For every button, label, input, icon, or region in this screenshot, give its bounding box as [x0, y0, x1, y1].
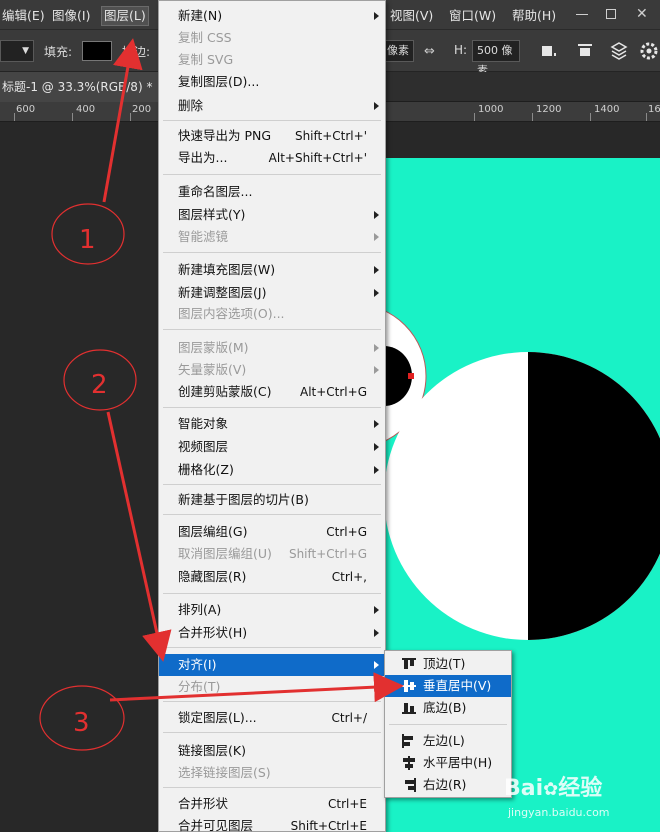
align-left-icon [402, 734, 413, 748]
submenu-arrow-icon [374, 606, 379, 614]
menu-image[interactable]: 图像(I) [50, 6, 92, 26]
menu-item-duplicate-layer[interactable]: 复制图层(D)... [159, 71, 385, 93]
align-bottom-item[interactable]: 底边(B) [385, 697, 511, 719]
link-icon[interactable]: ⇔ [424, 44, 435, 59]
menu-item-ungroup-layers: 取消图层编组(U) Shift+Ctrl+G [178, 546, 367, 561]
menu-window[interactable]: 窗口(W) [447, 6, 498, 26]
align-horizontal-center-item[interactable]: 水平居中(H) [385, 752, 511, 774]
menu-item-vector-mask: 矢量蒙版(V) [159, 359, 385, 381]
submenu-arrow-icon [374, 12, 379, 20]
menu-item-delete[interactable]: 删除 [159, 95, 385, 117]
menu-item-new-fill-layer[interactable]: 新建填充图层(W) [159, 259, 385, 281]
height-field[interactable]: 500 像素 [472, 40, 520, 77]
menu-item-new-adjustment-layer[interactable]: 新建调整图层(J) [159, 282, 385, 304]
ruler-tick: 1000 [478, 104, 504, 115]
menu-item-merge-visible[interactable]: 合并可见图层 Shift+Ctrl+E [159, 815, 385, 832]
menu-help[interactable]: 帮助(H) [510, 6, 558, 26]
fill-label: 填充: [44, 45, 73, 59]
height-label: H: [454, 43, 468, 57]
ruler-tick: 600 [16, 104, 36, 115]
menu-item-layer-content-options: 图层内容选项(O)... [178, 306, 285, 321]
align-bottom-icon [402, 703, 416, 714]
ruler-tick: 1400 [594, 104, 620, 115]
menu-item-select-linked-layers: 选择链接图层(S) [178, 765, 271, 780]
menu-item-copy-css: 复制 CSS [178, 30, 232, 45]
submenu-arrow-icon [374, 211, 379, 219]
menu-item-layer-style[interactable]: 图层样式(Y) [159, 204, 385, 226]
fill-swatch[interactable] [82, 41, 112, 61]
align-top-item[interactable]: 顶边(T) [385, 653, 511, 675]
submenu-arrow-icon [374, 289, 379, 297]
watermark-url: jingyan.baidu.com [508, 806, 610, 819]
menu-item-arrange[interactable]: 排列(A) [159, 599, 385, 621]
ruler-tick: 200 [132, 104, 152, 115]
align-top-icon [402, 658, 416, 669]
close-icon[interactable]: ✕ [636, 6, 648, 22]
ruler-tick: 400 [76, 104, 96, 115]
menu-item-export-as[interactable]: 导出为... Alt+Shift+Ctrl+' [159, 147, 385, 169]
submenu-arrow-icon [374, 344, 379, 352]
menu-item-group-layers[interactable]: 图层编组(G) Ctrl+G [159, 521, 385, 543]
submenu-arrow-icon [374, 102, 379, 110]
submenu-arrow-icon [374, 366, 379, 374]
submenu-arrow-icon [374, 420, 379, 428]
align-right-icon [405, 778, 416, 792]
menu-item-rename-layer[interactable]: 重命名图层... [159, 181, 385, 203]
anchor-point [408, 373, 414, 379]
chevron-down-icon: ▼ [22, 46, 29, 56]
watermark-brand: Bai [504, 776, 544, 801]
large-black-half [528, 352, 660, 640]
submenu-arrow-icon [374, 266, 379, 274]
submenu-arrow-icon [374, 466, 379, 474]
document-tab-title: 标题-1 @ 33.3%(RGB/8) * [2, 80, 153, 94]
submenu-arrow-icon [374, 233, 379, 241]
minimize-icon[interactable] [576, 14, 588, 15]
baidu-watermark: Bai✿经验 jingyan.baidu.com [504, 770, 654, 828]
align-submenu: 顶边(T) 垂直居中(V) 底边(B) 左边(L) 水平居中(H) 右边(R) [384, 650, 512, 798]
menu-edit[interactable]: 编辑(E) [0, 6, 47, 26]
path-alignment-icon[interactable] [572, 38, 598, 64]
submenu-arrow-icon [374, 661, 379, 669]
menu-item-quick-export-png[interactable]: 快速导出为 PNG Shift+Ctrl+' [159, 125, 385, 147]
menu-item-new[interactable]: 新建(N) [159, 5, 385, 27]
align-vertical-center-icon [402, 680, 416, 692]
menu-item-smart-object[interactable]: 智能对象 [159, 413, 385, 435]
ruler-tick: 1600 [648, 104, 660, 115]
menu-item-align[interactable]: 对齐(I) [159, 654, 385, 676]
submenu-arrow-icon [374, 629, 379, 637]
align-right-item[interactable]: 右边(R) [385, 774, 511, 796]
menu-item-distribute: 分布(T) [159, 676, 385, 698]
menu-item-hide-layers[interactable]: 隐藏图层(R) Ctrl+, [159, 566, 385, 588]
path-arrangement-icon[interactable] [606, 38, 632, 64]
menu-item-new-layer-slice[interactable]: 新建基于图层的切片(B) [159, 489, 385, 511]
menu-item-lock-layers[interactable]: 锁定图层(L)... Ctrl+/ [159, 707, 385, 729]
menu-item-create-clipping-mask[interactable]: 创建剪贴蒙版(C) Alt+Ctrl+G [159, 381, 385, 403]
menu-item-video-layer[interactable]: 视频图层 [159, 436, 385, 458]
document-tab[interactable]: 标题-1 @ 33.3%(RGB/8) * [0, 72, 160, 102]
menu-item-smart-filter: 智能滤镜 [159, 226, 385, 248]
menu-item-rasterize[interactable]: 栅格化(Z) [159, 459, 385, 481]
menu-layer[interactable]: 图层(L) [101, 6, 149, 26]
watermark-brand-suffix: 经验 [558, 776, 603, 801]
menu-item-merge-shapes[interactable]: 合并形状 Ctrl+E [159, 793, 385, 815]
align-horizontal-center-icon [403, 756, 415, 770]
path-operations-icon[interactable] [536, 38, 562, 64]
menu-item-link-layers[interactable]: 链接图层(K) [159, 740, 385, 762]
align-left-item[interactable]: 左边(L) [385, 730, 511, 752]
stroke-label: 描边: [122, 45, 151, 59]
submenu-arrow-icon [374, 443, 379, 451]
menu-item-combine-shapes[interactable]: 合并形状(H) [159, 622, 385, 644]
gear-icon[interactable] [636, 38, 660, 64]
layer-menu-dropdown: 新建(N) 复制 CSS 复制 SVG 复制图层(D)... 删除 快速导出为 … [158, 0, 386, 832]
shape-mode-select[interactable]: ▼ [0, 40, 34, 62]
ruler-tick: 1200 [536, 104, 562, 115]
submenu-arrow-icon [374, 683, 379, 691]
align-vertical-center-item[interactable]: 垂直居中(V) [385, 675, 511, 697]
menu-item-copy-svg: 复制 SVG [178, 52, 234, 67]
paw-icon: ✿ [543, 779, 559, 800]
restore-icon[interactable] [606, 9, 616, 19]
menu-item-layer-mask: 图层蒙版(M) [159, 337, 385, 359]
menu-view[interactable]: 视图(V) [388, 6, 435, 26]
